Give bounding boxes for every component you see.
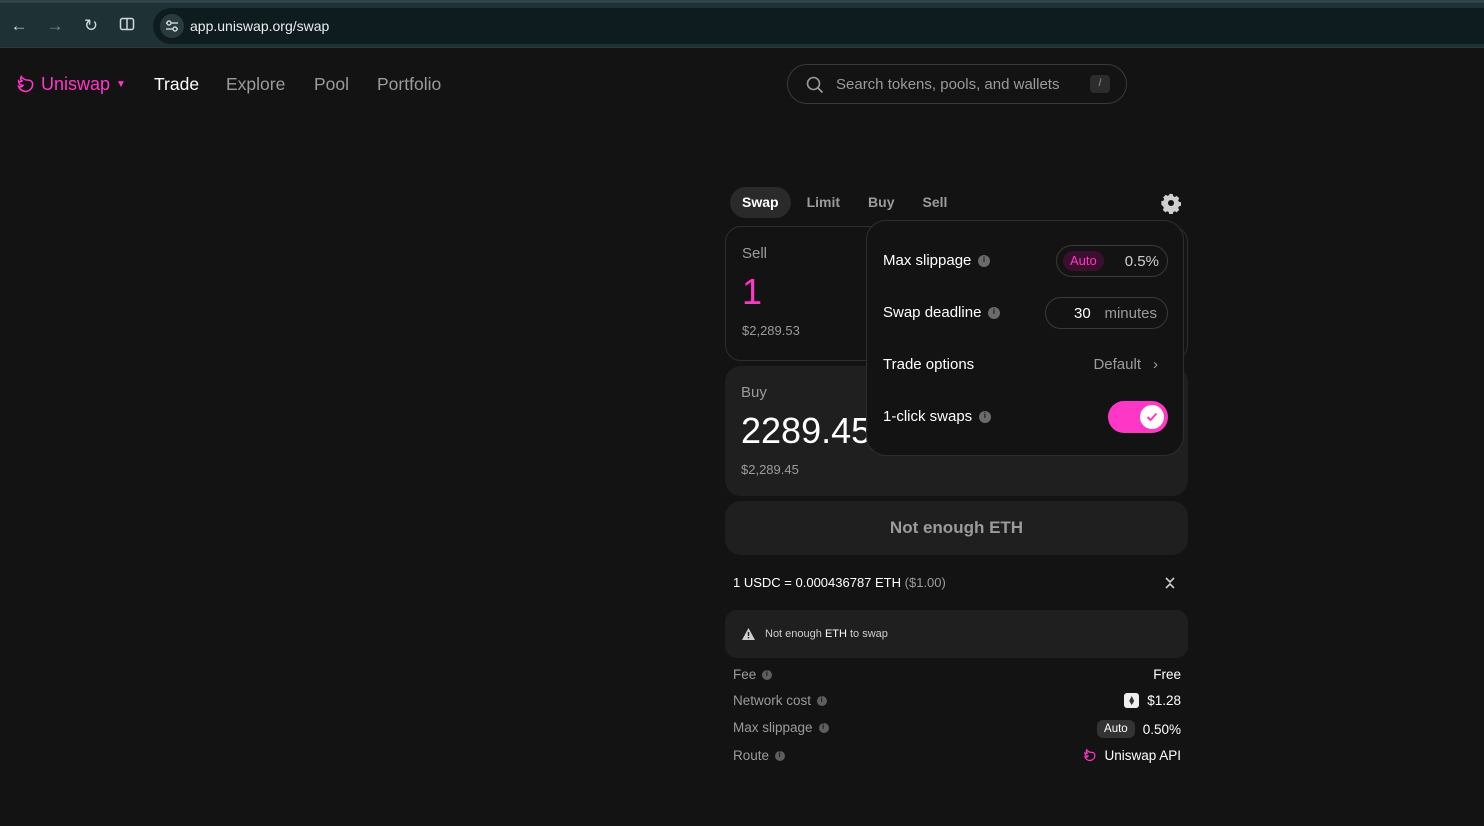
unicorn-logo-icon <box>17 75 34 93</box>
site-settings-icon[interactable] <box>160 14 184 38</box>
nav-explore[interactable]: Explore <box>226 74 285 95</box>
one-click-swaps-setting: 1-click swaps <box>883 401 1168 433</box>
exchange-rate[interactable]: 1 USDC = 0.000436787 ETH ($1.00) <box>733 575 946 590</box>
browser-toolbar: ← → ↻ app.uniswap.org/swap <box>0 0 1484 48</box>
fee-label: Fee <box>733 667 757 682</box>
swap-deadline-label: Swap deadline <box>883 304 982 321</box>
sell-label: Sell <box>742 245 768 262</box>
nav-portfolio[interactable]: Portfolio <box>377 74 441 95</box>
deadline-value[interactable]: 30 <box>1074 305 1091 322</box>
brand-name: Uniswap <box>41 74 111 94</box>
route-label: Route <box>733 748 770 763</box>
warning-icon <box>742 628 755 640</box>
info-icon[interactable] <box>978 254 991 267</box>
one-click-swaps-toggle[interactable] <box>1108 401 1168 433</box>
search-icon <box>806 76 824 94</box>
sell-usd-value: $2,289.53 <box>742 323 800 338</box>
network-cost-row: Network cost $1.28 <box>733 693 1181 713</box>
max-slippage-input[interactable]: Auto 0.5% <box>1056 245 1168 277</box>
slippage-auto-button[interactable]: Auto <box>1063 251 1104 271</box>
trade-options-value: Default <box>1093 356 1141 373</box>
split-view-icon[interactable] <box>117 16 137 36</box>
settings-popover: Max slippage Auto 0.5% Swap deadline 30 … <box>866 220 1184 456</box>
max-slippage-setting: Max slippage Auto 0.5% <box>883 245 1168 277</box>
info-icon[interactable] <box>775 750 786 761</box>
search-input[interactable]: Search tokens, pools, and wallets / <box>787 64 1127 104</box>
tab-buy[interactable]: Buy <box>856 187 906 218</box>
checkmark-icon <box>1140 405 1164 429</box>
reload-icon[interactable]: ↻ <box>81 16 101 36</box>
trade-options-setting[interactable]: Trade options Default › <box>883 349 1168 381</box>
chevron-right-icon: › <box>1153 356 1158 373</box>
search-placeholder: Search tokens, pools, and wallets <box>836 76 1060 93</box>
fee-value: Free <box>1153 667 1181 682</box>
url-text[interactable]: app.uniswap.org/swap <box>190 18 329 34</box>
buy-usd-value: $2,289.45 <box>741 462 799 477</box>
address-bar[interactable]: app.uniswap.org/swap <box>153 8 1484 44</box>
network-cost-label: Network cost <box>733 693 812 708</box>
swap-tabs: Swap Limit Buy Sell <box>730 187 963 218</box>
fee-row: Fee Free <box>733 667 1181 687</box>
info-icon[interactable] <box>818 722 829 733</box>
deadline-unit: minutes <box>1104 305 1157 322</box>
max-slippage-value: 0.50% <box>1142 721 1181 737</box>
swap-submit-button[interactable]: Not enough ETH <box>725 501 1188 555</box>
route-value: Uniswap API <box>1104 748 1181 763</box>
warning-banner: Not enough ETH to swap <box>725 610 1188 658</box>
nav-pool[interactable]: Pool <box>314 74 349 95</box>
one-click-swaps-label: 1-click swaps <box>883 408 973 425</box>
ethereum-icon <box>1124 693 1140 708</box>
info-icon[interactable] <box>817 695 828 706</box>
tab-sell[interactable]: Sell <box>910 187 959 218</box>
nav-trade[interactable]: Trade <box>154 74 199 95</box>
network-cost-value: $1.28 <box>1147 693 1181 708</box>
search-shortcut-key: / <box>1090 75 1110 93</box>
max-slippage-setting-label: Max slippage <box>883 252 972 269</box>
info-icon[interactable] <box>979 410 992 423</box>
warning-text: Not enough ETH to swap <box>765 628 888 640</box>
back-arrow-icon[interactable]: ← <box>9 16 29 36</box>
caret-down-icon: ▼ <box>116 79 126 90</box>
trade-options-label: Trade options <box>883 356 975 373</box>
rate-text: 1 USDC = 0.000436787 ETH <box>733 575 902 590</box>
swap-deadline-setting: Swap deadline 30 minutes <box>883 297 1168 329</box>
rate-usd: ($1.00) <box>904 575 946 590</box>
max-slippage-row: Max slippage Auto 0.50% <box>733 720 1181 740</box>
tab-swap[interactable]: Swap <box>730 187 791 218</box>
auto-badge: Auto <box>1097 720 1135 738</box>
uniswap-logo-menu[interactable]: Uniswap ▼ <box>16 74 126 95</box>
max-slippage-label: Max slippage <box>733 720 813 735</box>
buy-amount-input[interactable]: 2289.45 <box>741 410 871 452</box>
forward-arrow-icon[interactable]: → <box>45 16 65 36</box>
collapse-icon[interactable] <box>1163 576 1177 590</box>
slippage-value[interactable]: 0.5% <box>1125 253 1159 270</box>
sell-amount-input[interactable]: 1 <box>742 271 762 313</box>
swap-deadline-input[interactable]: 30 minutes <box>1045 297 1168 329</box>
tab-limit[interactable]: Limit <box>795 187 852 218</box>
buy-label: Buy <box>741 384 767 401</box>
info-icon[interactable] <box>762 669 773 680</box>
info-icon[interactable] <box>988 306 1001 319</box>
gear-icon[interactable] <box>1160 192 1182 215</box>
route-row: Route Uniswap API <box>733 748 1181 768</box>
unicorn-logo-icon <box>1084 748 1096 762</box>
